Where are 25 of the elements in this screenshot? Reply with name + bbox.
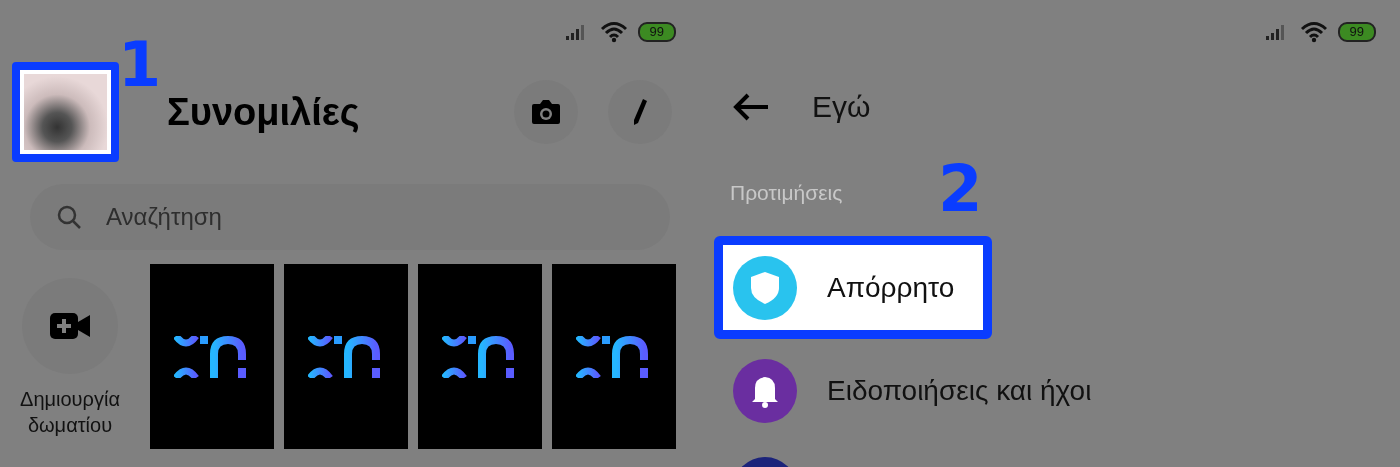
pencil-icon <box>631 97 649 127</box>
screen-title: Εγώ <box>812 90 871 124</box>
story-tile[interactable] <box>418 264 542 449</box>
settings-item[interactable]: Ειδοποιήσεις και ήχοι <box>714 345 1111 437</box>
story-tile[interactable] <box>552 264 676 449</box>
story-tile[interactable] <box>284 264 408 449</box>
video-plus-icon <box>48 311 92 341</box>
wifi-icon <box>1299 21 1328 43</box>
item-label: Απόρρητο <box>827 271 955 304</box>
search-field[interactable]: Αναζήτηση <box>30 184 670 250</box>
wifi-icon <box>599 21 628 43</box>
settings-item[interactable]: Απόρρητο <box>714 236 992 339</box>
camera-icon <box>530 98 562 126</box>
screen-title: Συνομιλίες <box>167 90 360 134</box>
battery-level: 99 <box>1337 22 1376 42</box>
item-label: Ειδοποιήσεις και ήχοι <box>827 375 1092 407</box>
story-tile[interactable] <box>150 264 274 449</box>
section-heading: Προτιμήσεις <box>730 181 843 205</box>
battery-level: 99 <box>637 22 676 42</box>
avatar-placeholder[interactable] <box>24 74 107 150</box>
step-number: 1 <box>118 28 162 101</box>
back-arrow-icon[interactable] <box>732 92 770 122</box>
step-number: 2 <box>938 152 983 226</box>
search-icon <box>56 204 82 230</box>
create-room-label: Δημιουργία δωματίου <box>19 387 121 438</box>
